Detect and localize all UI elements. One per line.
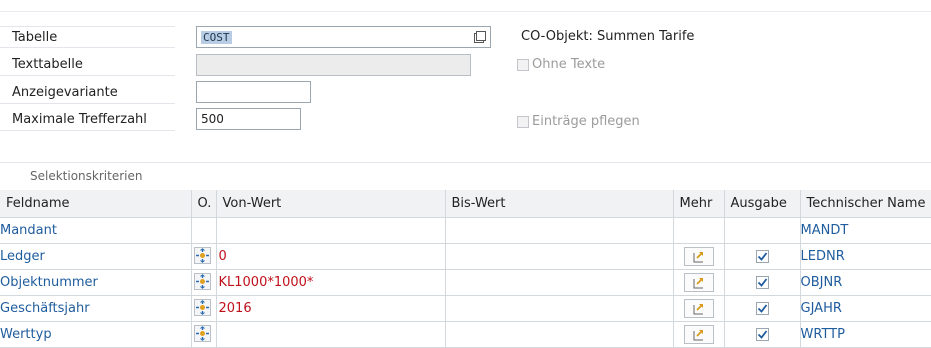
cell-von-wert[interactable]: 2016 bbox=[216, 295, 446, 322]
cell-option bbox=[191, 321, 217, 348]
cell-mehr bbox=[673, 321, 725, 348]
table-row: Objektnummer KL1000*1000* OBJNR bbox=[0, 269, 931, 296]
table-header-row: Feldname O. Von-Wert Bis-Wert Mehr Ausga… bbox=[0, 190, 931, 218]
cell-mehr bbox=[673, 243, 725, 270]
cell-von-wert[interactable] bbox=[216, 321, 446, 348]
co-objekt-description: CO-Objekt: Summen Tarife bbox=[521, 29, 695, 44]
cell-ausgabe bbox=[724, 269, 801, 296]
col-header-von-wert[interactable]: Von-Wert bbox=[216, 190, 446, 218]
cell-bis-wert[interactable] bbox=[445, 269, 674, 296]
von-wert-value: KL1000*1000* bbox=[218, 275, 314, 290]
ausgabe-checkbox[interactable] bbox=[755, 328, 769, 341]
cell-von-wert[interactable]: KL1000*1000* bbox=[216, 269, 446, 296]
trefferzahl-input[interactable]: 500 bbox=[196, 108, 301, 130]
cell-technischer-name: GJAHR bbox=[800, 295, 931, 322]
ausgabe-checkbox[interactable] bbox=[755, 302, 769, 315]
table-row: Mandant MANDT bbox=[0, 217, 931, 244]
col-header-mehr[interactable]: Mehr bbox=[673, 190, 725, 218]
selection-option-icon[interactable] bbox=[193, 325, 211, 342]
col-header-ausgabe[interactable]: Ausgabe bbox=[724, 190, 801, 218]
cell-bis-wert[interactable] bbox=[445, 321, 674, 348]
selection-option-icon[interactable] bbox=[193, 273, 211, 290]
ausgabe-checkbox[interactable] bbox=[755, 276, 769, 289]
cell-bis-wert[interactable] bbox=[445, 217, 674, 244]
cell-mehr bbox=[673, 295, 725, 322]
table-row: Geschäftsjahr 2016 GJAHR bbox=[0, 295, 931, 322]
tabelle-input[interactable]: COST bbox=[196, 26, 491, 48]
col-header-option[interactable]: O. bbox=[191, 190, 217, 218]
cell-von-wert[interactable]: 0 bbox=[216, 243, 446, 270]
eintraege-pflegen-label: Einträge pflegen bbox=[532, 114, 640, 129]
cell-option bbox=[191, 243, 217, 270]
cell-mehr bbox=[673, 217, 725, 244]
multiple-selection-icon[interactable] bbox=[683, 325, 714, 344]
cell-ausgabe bbox=[724, 243, 801, 270]
label-trefferzahl: Maximale Trefferzahl bbox=[0, 109, 175, 131]
cell-bis-wert[interactable] bbox=[445, 243, 674, 270]
anzeigevariante-input[interactable] bbox=[196, 81, 311, 103]
cell-technischer-name: MANDT bbox=[800, 217, 931, 244]
cell-feldname[interactable]: Mandant bbox=[0, 217, 192, 244]
cell-feldname[interactable]: Ledger bbox=[0, 243, 192, 270]
cell-option bbox=[191, 217, 217, 244]
cell-technischer-name: WRTTP bbox=[800, 321, 931, 348]
col-header-bis-wert[interactable]: Bis-Wert bbox=[445, 190, 674, 218]
texttabelle-input bbox=[196, 54, 471, 76]
eintraege-pflegen-checkbox[interactable] bbox=[517, 116, 529, 128]
cell-ausgabe bbox=[724, 217, 801, 244]
multiple-selection-icon[interactable] bbox=[683, 247, 714, 266]
col-header-technischer-name[interactable]: Technischer Name bbox=[800, 190, 931, 218]
selection-table: Feldname O. Von-Wert Bis-Wert Mehr Ausga… bbox=[0, 190, 931, 348]
cell-technischer-name: OBJNR bbox=[800, 269, 931, 296]
cell-option bbox=[191, 295, 217, 322]
multiple-selection-icon[interactable] bbox=[683, 273, 714, 292]
cell-von-wert[interactable] bbox=[216, 217, 446, 244]
cell-bis-wert[interactable] bbox=[445, 295, 674, 322]
section-title: Selektionskriterien bbox=[30, 169, 143, 183]
table-row: Werttyp WRTTP bbox=[0, 321, 931, 348]
value-help-icon[interactable] bbox=[474, 31, 486, 43]
ohne-texte-checkbox[interactable] bbox=[517, 59, 529, 71]
label-tabelle: Tabelle bbox=[0, 26, 175, 48]
cell-feldname[interactable]: Objektnummer bbox=[0, 269, 192, 296]
cell-feldname[interactable]: Werttyp bbox=[0, 321, 192, 348]
von-wert-value: 0 bbox=[218, 249, 227, 264]
label-texttabelle: Texttabelle bbox=[0, 54, 175, 76]
cell-feldname[interactable]: Geschäftsjahr bbox=[0, 295, 192, 322]
selection-option-icon[interactable] bbox=[193, 247, 211, 264]
cell-ausgabe bbox=[724, 321, 801, 348]
cell-technischer-name: LEDNR bbox=[800, 243, 931, 270]
cell-ausgabe bbox=[724, 295, 801, 322]
cell-mehr bbox=[673, 269, 725, 296]
col-header-feldname[interactable]: Feldname bbox=[0, 190, 192, 218]
table-row: Ledger 0 LEDNR bbox=[0, 243, 931, 270]
multiple-selection-icon[interactable] bbox=[683, 299, 714, 318]
ohne-texte-label: Ohne Texte bbox=[532, 57, 606, 72]
label-anzeigevariante: Anzeigevariante bbox=[0, 82, 175, 104]
von-wert-value: 2016 bbox=[218, 301, 252, 316]
ausgabe-checkbox[interactable] bbox=[755, 250, 769, 263]
cell-option bbox=[191, 269, 217, 296]
selection-option-icon[interactable] bbox=[193, 299, 211, 316]
top-separator bbox=[0, 11, 931, 12]
tabelle-input-value: COST bbox=[201, 31, 232, 44]
selection-criteria-header: Selektionskriterien bbox=[0, 162, 931, 191]
